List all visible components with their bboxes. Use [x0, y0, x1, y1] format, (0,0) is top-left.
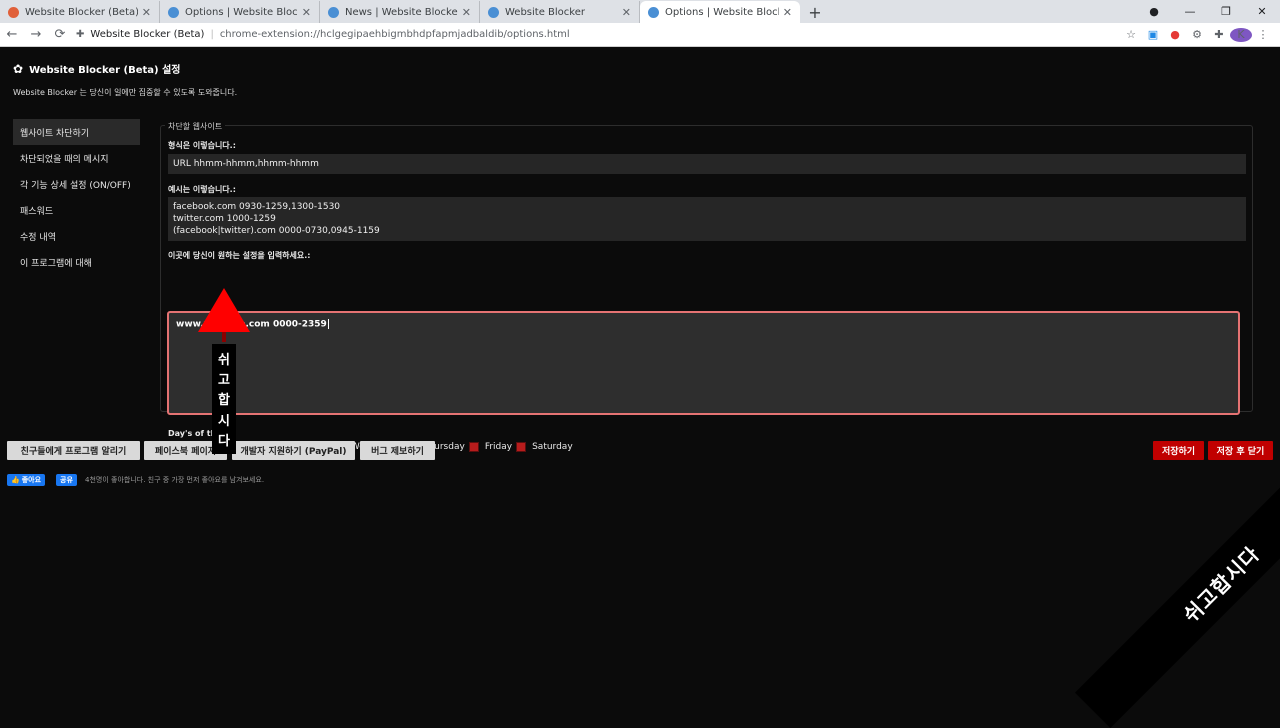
sidebar-item[interactable]: 각 기능 상세 설정 (ON/OFF) — [13, 171, 140, 197]
day-label: Saturday — [532, 442, 573, 452]
adblock-icon[interactable]: ● — [1164, 28, 1186, 41]
diagonal-rest-banner: 쉬고합시다 — [1075, 438, 1280, 728]
day-option[interactable]: Friday — [468, 442, 513, 452]
format-value: URL hhmm-hhmm,hhmm-hhmm — [168, 154, 1246, 174]
facebook-like-count: 4천명이 좋아합니다. 친구 중 가장 먼저 좋아요를 남겨보세요. — [85, 476, 265, 484]
new-tab-button[interactable]: + — [804, 1, 826, 23]
format-label: 형식은 이렇습니다.: — [168, 141, 236, 150]
settings-extension-icon[interactable]: ⚙ — [1186, 28, 1208, 41]
day-option[interactable]: Saturday — [516, 442, 573, 452]
gear-icon: ✿ — [13, 61, 24, 76]
reload-icon[interactable]: ⟳ — [48, 27, 72, 42]
browser-tab[interactable]: Website Blocker ✕ — [480, 1, 640, 23]
example-label: 예시는 이렇습니다.: — [168, 185, 236, 194]
forward-icon[interactable]: → — [24, 27, 48, 42]
maximize-icon[interactable]: ❐ — [1208, 5, 1244, 18]
window-controls: ● — ❐ ✕ — [1136, 0, 1280, 22]
tell-friends-button[interactable]: 친구들에게 프로그램 알리기 — [7, 441, 140, 460]
toolbar-icons: ☆ ▣ ● ⚙ ✚ K ⋮ — [1120, 27, 1274, 42]
text-caret — [327, 319, 329, 329]
panel-legend: 차단할 웹사이트 — [165, 121, 226, 132]
sidebar: 웹사이트 차단하기 차단되었을 때의 메시지 각 기능 상세 설정 (ON/OFF)… — [13, 119, 140, 275]
browser-menu-icon[interactable]: ⋮ — [1252, 28, 1274, 41]
tab-close-icon[interactable]: ✕ — [783, 6, 792, 19]
browser-tab[interactable]: Options | Website Blocker ✕ — [160, 1, 320, 23]
omnibox[interactable]: ✚ Website Blocker (Beta) | chrome-extens… — [76, 25, 1120, 45]
block-sites-panel: 차단할 웹사이트 형식은 이렇습니다.: URL hhmm-hhmm,hhmm-… — [160, 121, 1253, 452]
extension-icon: ✚ — [76, 29, 85, 40]
sidebar-item[interactable]: 차단되었을 때의 메시지 — [13, 145, 140, 171]
tab-favicon-icon — [168, 6, 179, 18]
browser-tab[interactable]: Options | Website Blocker ✕ — [640, 1, 800, 23]
facebook-like-label: 좋아요 — [21, 476, 42, 484]
tab-title: News | Website Blocker — [345, 6, 458, 18]
browser-tab[interactable]: News | Website Blocker ✕ — [320, 1, 480, 23]
vertical-char: 합 — [218, 393, 230, 409]
example-line: twitter.com 1000-1259 — [173, 214, 276, 224]
tab-list: Website Blocker (Beta) - Chrome✕Options … — [0, 1, 800, 23]
day-label: Friday — [484, 442, 513, 452]
example-box: facebook.com 0930-1259,1300-1530 twitter… — [168, 197, 1246, 241]
report-bug-button[interactable]: 버그 제보하기 — [360, 441, 435, 460]
example-line: (facebook|twitter).com 0000-0730,0945-11… — [173, 226, 380, 236]
extension-blue-icon[interactable]: ▣ — [1142, 28, 1164, 41]
red-arrow-icon — [198, 288, 250, 332]
tab-close-icon[interactable]: ✕ — [142, 6, 151, 19]
minimize-icon[interactable]: — — [1172, 5, 1208, 18]
tab-favicon-icon — [648, 6, 659, 18]
tab-favicon-icon — [488, 6, 499, 18]
page-title-text: Website Blocker (Beta) 설정 — [29, 65, 181, 76]
sidebar-item[interactable]: 패스워드 — [13, 197, 140, 223]
tab-title: Options | Website Blocker — [665, 6, 779, 18]
browser-tab-strip: Website Blocker (Beta) - Chrome✕Options … — [0, 0, 1280, 23]
omnibox-url: chrome-extension://hclgegipaehbigmbhdpfa… — [219, 29, 570, 40]
tab-favicon-icon — [328, 6, 339, 18]
tab-title: Website Blocker (Beta) - Chrome — [25, 6, 138, 18]
vertical-char: 쉬 — [218, 352, 230, 368]
vertical-rest-label: 쉬고합시다 — [212, 344, 236, 454]
profile-avatar[interactable]: K — [1230, 27, 1252, 42]
vertical-char: 고 — [218, 373, 230, 389]
tab-title: Options | Website Blocker — [185, 6, 298, 18]
day-checkbox[interactable] — [516, 442, 527, 452]
tab-title: Website Blocker — [505, 6, 585, 18]
arrow-stem — [222, 332, 226, 342]
facebook-like-button[interactable]: 👍 좋아요 — [7, 474, 46, 486]
omnibox-separator: | — [210, 29, 214, 40]
puzzle-icon[interactable]: ✚ — [1208, 28, 1230, 41]
sites-textarea[interactable]: www.youtube.com 0000-2359 — [167, 311, 1240, 415]
sidebar-item[interactable]: 수정 내역 — [13, 223, 140, 249]
close-window-icon[interactable]: ✕ — [1244, 5, 1280, 18]
sidebar-item[interactable]: 웹사이트 차단하기 — [13, 119, 140, 145]
page-title: ✿ Website Blocker (Beta) 설정 — [13, 61, 181, 77]
support-developer-button[interactable]: 개발자 지원하기 (PayPal) — [232, 441, 355, 460]
back-icon[interactable]: ← — [0, 27, 24, 42]
bookmark-star-icon[interactable]: ☆ — [1120, 28, 1142, 41]
input-label: 이곳에 당신이 원하는 설정을 입력하세요.: — [168, 251, 311, 260]
tab-close-icon[interactable]: ✕ — [462, 6, 471, 19]
page-subtitle: Website Blocker 는 당신이 일에만 집중할 수 있도록 도와줍니… — [13, 88, 238, 97]
tab-favicon-icon — [8, 6, 19, 18]
save-close-button[interactable]: 저장 후 닫기 — [1208, 441, 1273, 460]
diagonal-banner-text: 쉬고합시다 — [1178, 541, 1264, 627]
thumbs-up-icon: 👍 — [11, 476, 20, 484]
save-button[interactable]: 저장하기 — [1153, 441, 1204, 460]
chrome-menu-icon[interactable]: ● — [1136, 5, 1172, 18]
sidebar-item[interactable]: 이 프로그램에 대해 — [13, 249, 140, 275]
tab-close-icon[interactable]: ✕ — [302, 6, 311, 19]
tab-close-icon[interactable]: ✕ — [622, 6, 631, 19]
vertical-char: 다 — [218, 434, 230, 450]
options-page: ✿ Website Blocker (Beta) 설정 Website Bloc… — [0, 48, 1280, 728]
example-line: facebook.com 0930-1259,1300-1530 — [173, 202, 341, 212]
vertical-char: 시 — [218, 413, 230, 429]
day-checkbox[interactable] — [468, 442, 479, 452]
browser-toolbar: ← → ⟳ ✚ Website Blocker (Beta) | chrome-… — [0, 23, 1280, 47]
omnibox-site-name: Website Blocker (Beta) — [90, 29, 205, 40]
facebook-share-button[interactable]: 공유 — [56, 474, 77, 486]
browser-tab[interactable]: Website Blocker (Beta) - Chrome ✕ — [0, 1, 160, 23]
